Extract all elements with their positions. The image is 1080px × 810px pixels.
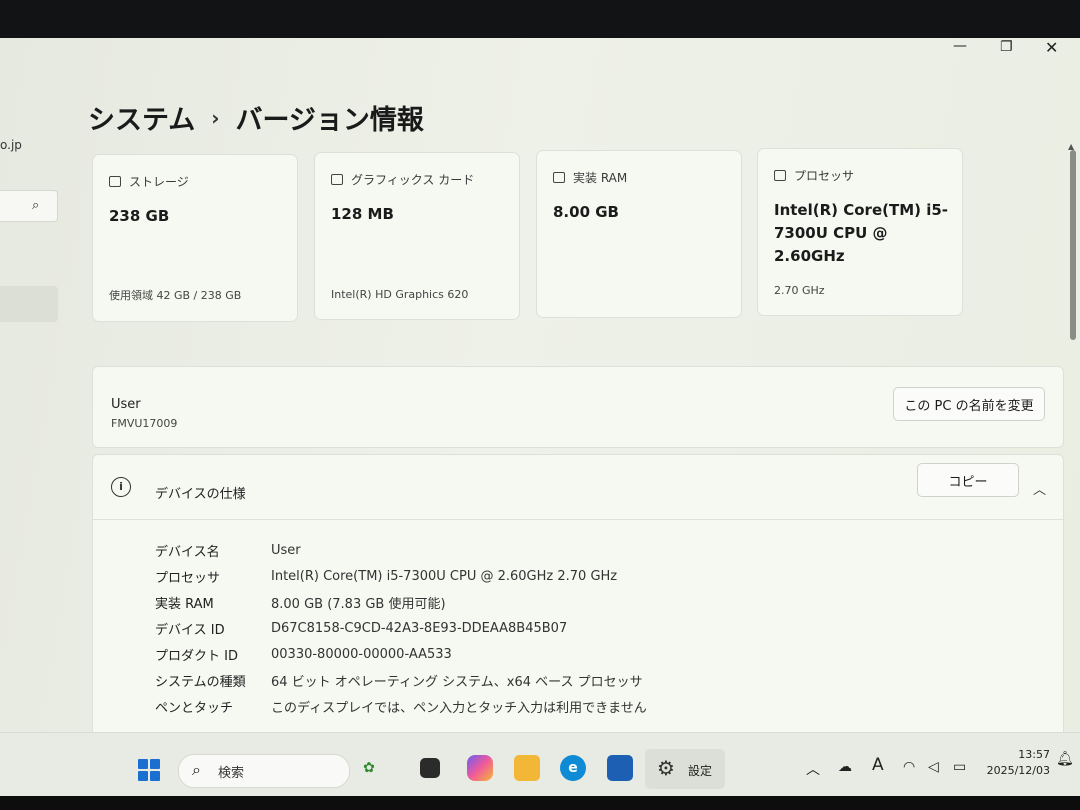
graphics-card: グラフィックス カード 128 MB Intel(R) HD Graphics … xyxy=(314,152,520,320)
card-label: グラフィックス カード xyxy=(351,173,475,187)
rename-pc-button[interactable]: この PC の名前を変更 xyxy=(893,387,1045,421)
screen-bezel-bottom xyxy=(0,796,1080,810)
taskbar-search[interactable] xyxy=(178,754,350,788)
spec-row: プロセッサ Intel(R) Core(TM) i5-7300U CPU @ 2.… xyxy=(155,563,647,589)
taskbar: ⌕ 検索 ✿ e ⚙ 設定 ︿ ☁ A ◠ ◁ ▭ 13:57 2025/12/… xyxy=(0,732,1080,797)
processor-card: プロセッサ Intel(R) Core(TM) i5-7300U CPU @ 2… xyxy=(757,148,963,316)
search-icon[interactable]: ⌕ xyxy=(32,198,39,213)
spec-row: プロダクト ID 00330-80000-00000-AA533 xyxy=(155,641,647,667)
clock-time: 13:57 xyxy=(1018,748,1050,761)
card-value: 238 GB xyxy=(109,207,170,225)
notification-bell-icon[interactable]: 🔔︎ xyxy=(1056,751,1074,767)
spec-label: システムの種類 xyxy=(155,674,246,690)
ram-icon xyxy=(553,172,565,183)
storage-icon xyxy=(109,176,121,187)
wifi-icon[interactable]: ◠ xyxy=(903,759,915,775)
system-clock[interactable]: 13:57 2025/12/03 xyxy=(986,747,1050,779)
taskbar-search-placeholder: 検索 xyxy=(218,766,245,781)
card-value: Intel(R) Core(TM) i5-7300U CPU @ 2.60GHz xyxy=(774,201,949,265)
graphics-card-icon xyxy=(331,174,343,185)
nav-search-box[interactable] xyxy=(0,190,58,222)
edge-browser-icon[interactable]: e xyxy=(560,755,586,781)
spec-table: デバイス名 User プロセッサ Intel(R) Core(TM) i5-7300… xyxy=(155,537,647,719)
spec-value: 64 ビット オペレーティング システム、x64 ベース プロセッサ xyxy=(271,674,643,690)
storage-card: ストレージ 238 GB 使用領域 42 GB / 238 GB xyxy=(92,154,298,322)
start-button[interactable] xyxy=(138,759,160,781)
windows-logo-icon xyxy=(138,759,148,769)
device-hostname: FMVU17009 xyxy=(111,417,178,430)
spec-value: 8.00 GB (7.83 GB 使用可能) xyxy=(271,596,446,612)
nav-selected-item[interactable] xyxy=(0,286,58,322)
breadcrumb: システム › バージョン情報 xyxy=(88,98,424,137)
spec-row: デバイス ID D67C8158-C9CD-42A3-8E93-DDEAA8B45… xyxy=(155,615,647,641)
card-sub: 2.70 GHz xyxy=(774,284,825,297)
maximize-button[interactable]: ❐ xyxy=(1000,39,1013,55)
spec-row: システムの種類 64 ビット オペレーティング システム、x64 ベース プロセッ… xyxy=(155,667,647,693)
spec-row: デバイス名 User xyxy=(155,537,647,563)
card-label: プロセッサ xyxy=(794,169,855,183)
processor-icon xyxy=(774,170,786,181)
close-button[interactable]: ✕ xyxy=(1045,38,1058,57)
spec-value: このディスプレイでは、ペン入力とタッチ入力は利用できません xyxy=(271,700,647,716)
spec-label: デバイス名 xyxy=(155,544,220,560)
page-title: バージョン情報 xyxy=(235,105,424,136)
card-sub: Intel(R) HD Graphics 620 xyxy=(331,288,469,301)
copilot-icon[interactable] xyxy=(467,755,493,781)
store-icon[interactable] xyxy=(607,755,633,781)
widgets-icon[interactable]: ✿ xyxy=(356,755,382,781)
spec-label: プロダクト ID xyxy=(155,648,238,664)
gear-icon: ⚙ xyxy=(657,756,675,780)
card-sub: 使用領域 42 GB / 238 GB xyxy=(109,289,242,302)
clock-date: 2025/12/03 xyxy=(986,764,1050,777)
card-label: ストレージ xyxy=(129,175,189,189)
spec-label: プロセッサ xyxy=(155,570,221,586)
device-name: User xyxy=(111,397,141,412)
card-label: 実装 RAM xyxy=(573,171,628,185)
chevron-up-icon[interactable]: ︿ xyxy=(806,759,820,779)
screen-bezel-top xyxy=(0,0,1080,40)
scrollbar[interactable] xyxy=(1070,150,1076,340)
breadcrumb-separator: › xyxy=(211,105,220,130)
volume-icon[interactable]: ◁ xyxy=(928,759,939,775)
nav-account-email: o.jp xyxy=(0,138,22,152)
spec-section-title[interactable]: デバイスの仕様 xyxy=(155,483,246,502)
spec-value: D67C8158-C9CD-42A3-8E93-DDEAA8B45B07 xyxy=(271,620,568,636)
spec-row: ペンとタッチ このディスプレイでは、ペン入力とタッチ入力は利用できません xyxy=(155,693,647,719)
spec-value: 00330-80000-00000-AA533 xyxy=(271,646,452,662)
device-name-panel: User FMVU17009 この PC の名前を変更 xyxy=(92,366,1064,448)
copy-button[interactable]: コピー xyxy=(917,463,1019,497)
card-value: 128 MB xyxy=(331,205,394,223)
spec-label: デバイス ID xyxy=(155,622,225,638)
spec-label: ペンとタッチ xyxy=(155,700,234,716)
spec-label: 実装 RAM xyxy=(155,596,214,612)
file-explorer-icon[interactable] xyxy=(514,755,540,781)
chevron-up-icon[interactable]: ︿ xyxy=(1033,479,1046,498)
breadcrumb-system[interactable]: システム xyxy=(88,98,195,137)
battery-icon[interactable]: ▭ xyxy=(953,759,966,775)
cloud-sync-icon[interactable]: ☁ xyxy=(838,759,852,775)
spec-value: Intel(R) Core(TM) i5-7300U CPU @ 2.60GHz… xyxy=(271,568,618,584)
task-view-icon[interactable] xyxy=(420,758,440,778)
device-spec-panel: i デバイスの仕様 コピー ︿ デバイス名 User プロセッサ Intel(R) … xyxy=(92,454,1064,756)
info-icon: i xyxy=(111,477,131,497)
card-value: 8.00 GB xyxy=(553,203,619,221)
divider xyxy=(93,519,1063,520)
spec-row: 実装 RAM 8.00 GB (7.83 GB 使用可能) xyxy=(155,589,647,615)
ram-card: 実装 RAM 8.00 GB xyxy=(536,150,742,318)
search-icon: ⌕ xyxy=(192,760,201,779)
ime-indicator[interactable]: A xyxy=(872,755,884,775)
settings-window: o.jp ⌕ — ❐ ✕ システム › バージョン情報 ▲ ストレージ 238 … xyxy=(0,38,1080,798)
settings-taskbar-label: 設定 xyxy=(688,764,713,778)
spec-value: User xyxy=(271,542,301,558)
minimize-button[interactable]: — xyxy=(953,38,967,54)
